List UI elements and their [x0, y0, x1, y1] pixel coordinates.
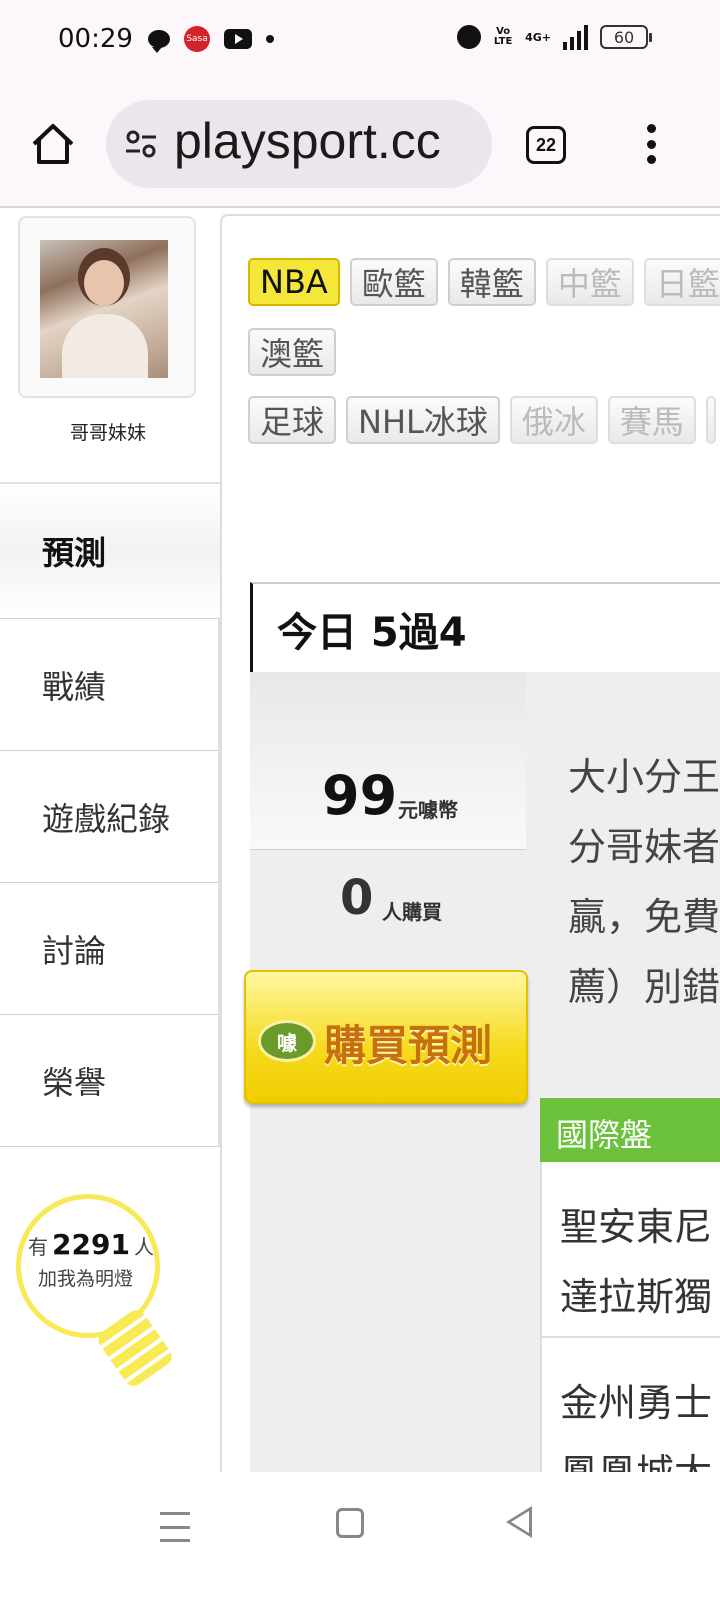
game-row[interactable]: 金州勇士 鳳凰城太 — [540, 1338, 720, 1472]
battery-icon: 60 — [600, 25, 652, 49]
fan-count-prefix: 有 — [28, 1235, 48, 1259]
home-team: 聖安東尼 — [560, 1205, 713, 1249]
league-filter-row-1: NBA 歐籃 韓籃 中籃 日籃 — [248, 258, 720, 306]
avatar — [40, 240, 168, 378]
description-line: 薦）別錯 — [568, 965, 720, 1009]
address-bar[interactable]: playsport.cc — [106, 100, 492, 188]
prediction-area: 99 元噱幣 0 人購買 噱 購買預測 大小分王 分哥妹者 贏，免費 薦）別錯 … — [244, 672, 720, 1472]
fan-count: 2291 — [52, 1228, 130, 1261]
nav-item-prediction[interactable]: 預測 — [0, 484, 222, 618]
filter-china-basketball[interactable]: 中籃 — [545, 258, 634, 306]
tab-switcher-button[interactable]: 22 — [526, 126, 566, 164]
url-text: playsport.cc — [174, 113, 441, 169]
filter-korea-basketball[interactable]: 韓籃 — [447, 258, 536, 306]
filter-nhl[interactable]: NHL冰球 — [346, 396, 500, 444]
filter-horse-racing[interactable]: 賽馬 — [607, 396, 696, 444]
follow-label: 加我為明燈 — [38, 1268, 134, 1290]
coin-icon: 噱 — [258, 1020, 316, 1062]
status-time: 00:29 — [58, 24, 133, 54]
game-row[interactable]: 聖安東尼 達拉斯獨 — [540, 1162, 720, 1338]
filter-more[interactable] — [705, 396, 716, 444]
chat-icon — [148, 30, 170, 53]
menu-line — [160, 1539, 190, 1542]
game-list: 聖安東尼 達拉斯獨 金州勇士 鳳凰城太 — [540, 1162, 720, 1472]
avatar-head — [84, 260, 124, 306]
price-value: 99 — [322, 764, 398, 827]
side-nav: 預測 戰績 遊戲紀錄 討論 榮譽 — [0, 484, 222, 1147]
browser-toolbar: playsport.cc 22 — [0, 84, 720, 208]
buy-prediction-label: 購買預測 — [324, 1021, 493, 1070]
page-content: 哥哥妹妹 預測 戰績 遊戲紀錄 討論 榮譽 有 2291 人 加我為明燈 NBA 歐… — [0, 208, 720, 1472]
system-icons: Vo LTE 4G+ 60 — [457, 24, 652, 50]
price-unit: 元噱幣 — [398, 798, 458, 822]
home-team: 金州勇士 — [560, 1381, 713, 1425]
away-team: 鳳凰城太 — [560, 1438, 720, 1472]
menu-dot — [646, 124, 656, 133]
profile-card: 哥哥妹妹 — [0, 208, 222, 484]
system-nav-bar — [0, 1472, 720, 1604]
home-icon — [32, 124, 74, 164]
alarm-icon — [457, 25, 482, 49]
nav-item-discussion[interactable]: 討論 — [0, 882, 220, 1014]
league-filter-row-2: 澳籃 — [248, 328, 337, 376]
filter-nba[interactable]: NBA — [248, 258, 340, 306]
more-notifications-icon — [266, 35, 274, 43]
network-type: 4G+ — [525, 30, 551, 44]
buyers-unit: 人購買 — [382, 900, 442, 924]
signal-icon — [563, 24, 588, 50]
nav-item-honors[interactable]: 榮譽 — [0, 1014, 220, 1146]
fan-count-line: 有 2291 人 — [28, 1228, 154, 1261]
recent-apps-button[interactable] — [160, 1512, 190, 1542]
nav-list: 戰績 遊戲紀錄 討論 榮譽 — [0, 618, 222, 1147]
intl-odds-label: 國際盤 — [556, 1116, 653, 1154]
buyers-count: 0 — [340, 870, 374, 926]
menu-dot — [646, 139, 656, 149]
today-record: 今日 5過4 — [277, 610, 467, 656]
site-settings-icon[interactable] — [124, 128, 158, 160]
nav-item-game-history[interactable]: 遊戲紀錄 — [0, 750, 220, 882]
filter-russia-hockey[interactable]: 俄冰 — [509, 396, 598, 444]
menu-line — [160, 1512, 190, 1515]
away-team: 達拉斯獨 — [560, 1275, 713, 1319]
avatar-body — [62, 314, 148, 378]
nav-item-record[interactable]: 戰績 — [0, 618, 220, 750]
follow-bulb[interactable]: 有 2291 人 加我為明燈 — [0, 1144, 222, 1472]
filter-australia-basketball[interactable]: 澳籃 — [248, 328, 337, 376]
filter-soccer[interactable]: 足球 — [248, 396, 337, 444]
back-button[interactable] — [506, 1506, 532, 1538]
browser-menu-button[interactable] — [644, 124, 658, 164]
menu-line — [160, 1525, 190, 1529]
youtube-icon — [224, 29, 252, 49]
fan-count-suffix: 人 — [133, 1235, 154, 1259]
description-line: 贏，免費 — [568, 895, 720, 939]
status-bar: 00:29 Sasa Vo LTE 4G+ 60 — [0, 0, 720, 84]
filter-euro-basketball[interactable]: 歐籃 — [349, 258, 438, 306]
buy-prediction-button[interactable]: 噱 購買預測 — [244, 970, 528, 1104]
filter-japan-basketball[interactable]: 日籃 — [643, 258, 720, 306]
today-header: 今日 5過4 — [250, 582, 720, 672]
home-nav-button[interactable] — [336, 1508, 364, 1538]
profile-name: 哥哥妹妹 — [69, 422, 146, 444]
intl-odds-header: 國際盤 — [540, 1098, 720, 1162]
menu-dot — [646, 155, 656, 164]
description-line: 分哥妹者 — [568, 825, 720, 869]
league-filter-row-3: 足球 NHL冰球 俄冰 賽馬 — [248, 396, 716, 444]
price-box: 99 元噱幣 — [250, 672, 526, 850]
prediction-description: 大小分王 分哥妹者 贏，免費 薦）別錯 — [568, 742, 720, 1022]
volte-icon: Vo LTE — [493, 26, 513, 47]
buyers-box: 0 人購買 — [250, 850, 526, 962]
home-button[interactable] — [30, 122, 76, 166]
app-notification-icon: Sasa — [184, 26, 210, 52]
main-panel: NBA 歐籃 韓籃 中籃 日籃 澳籃 足球 NHL冰球 俄冰 賽馬 今日 5過4… — [220, 214, 720, 1472]
notification-icons: Sasa — [148, 26, 274, 53]
description-line: 大小分王 — [568, 755, 720, 799]
avatar-frame[interactable] — [18, 216, 196, 398]
